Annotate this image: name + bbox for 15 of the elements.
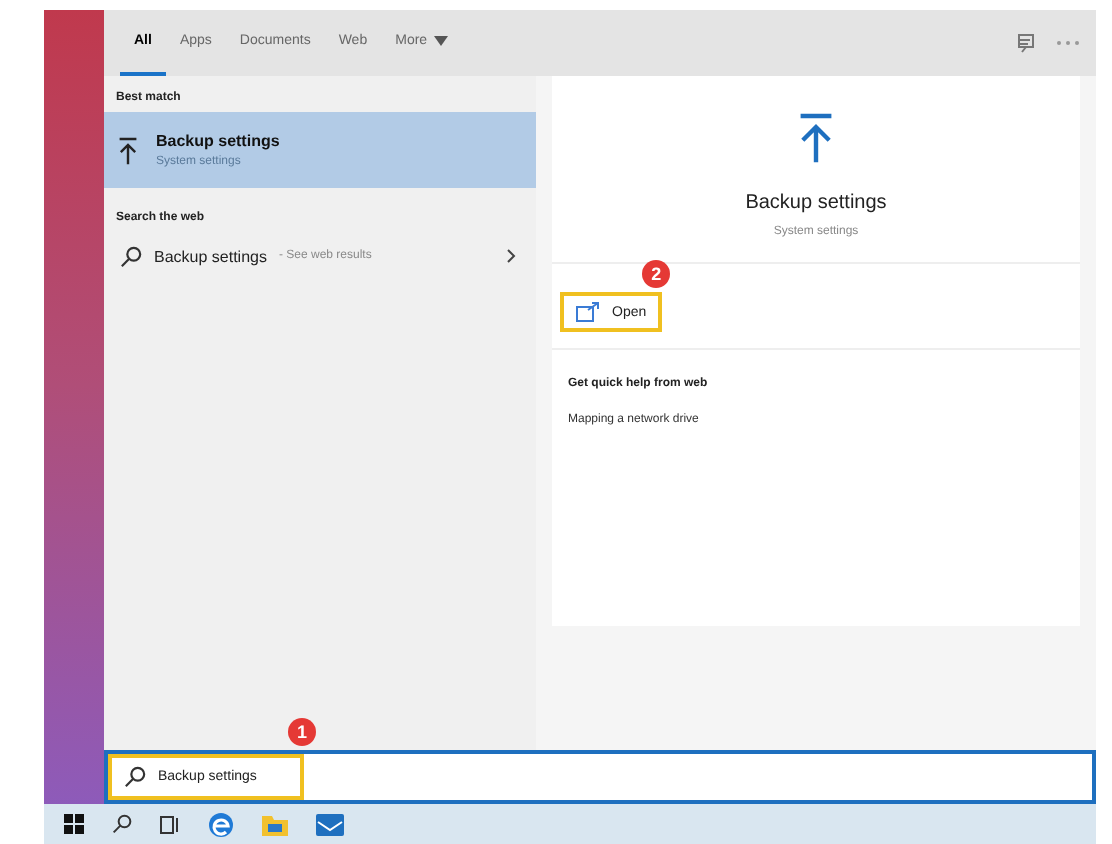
- windows-start-icon[interactable]: [64, 814, 84, 834]
- step-badge: 2: [642, 260, 671, 288]
- feedback-icon[interactable]: [1016, 33, 1036, 53]
- browser-icon[interactable]: [208, 811, 234, 837]
- task-view-icon[interactable]: [160, 815, 180, 833]
- open-icon: [576, 302, 600, 322]
- caret-icon: [433, 36, 448, 46]
- search-icon[interactable]: [112, 814, 132, 834]
- search-icon: [124, 766, 146, 788]
- chevron-icon: [506, 248, 516, 264]
- search-icon: [120, 245, 142, 267]
- folder-icon[interactable]: [262, 813, 288, 835]
- mail-icon[interactable]: [316, 813, 344, 835]
- backup-icon: [116, 135, 140, 165]
- detail-title: Backup settings: [745, 192, 887, 214]
